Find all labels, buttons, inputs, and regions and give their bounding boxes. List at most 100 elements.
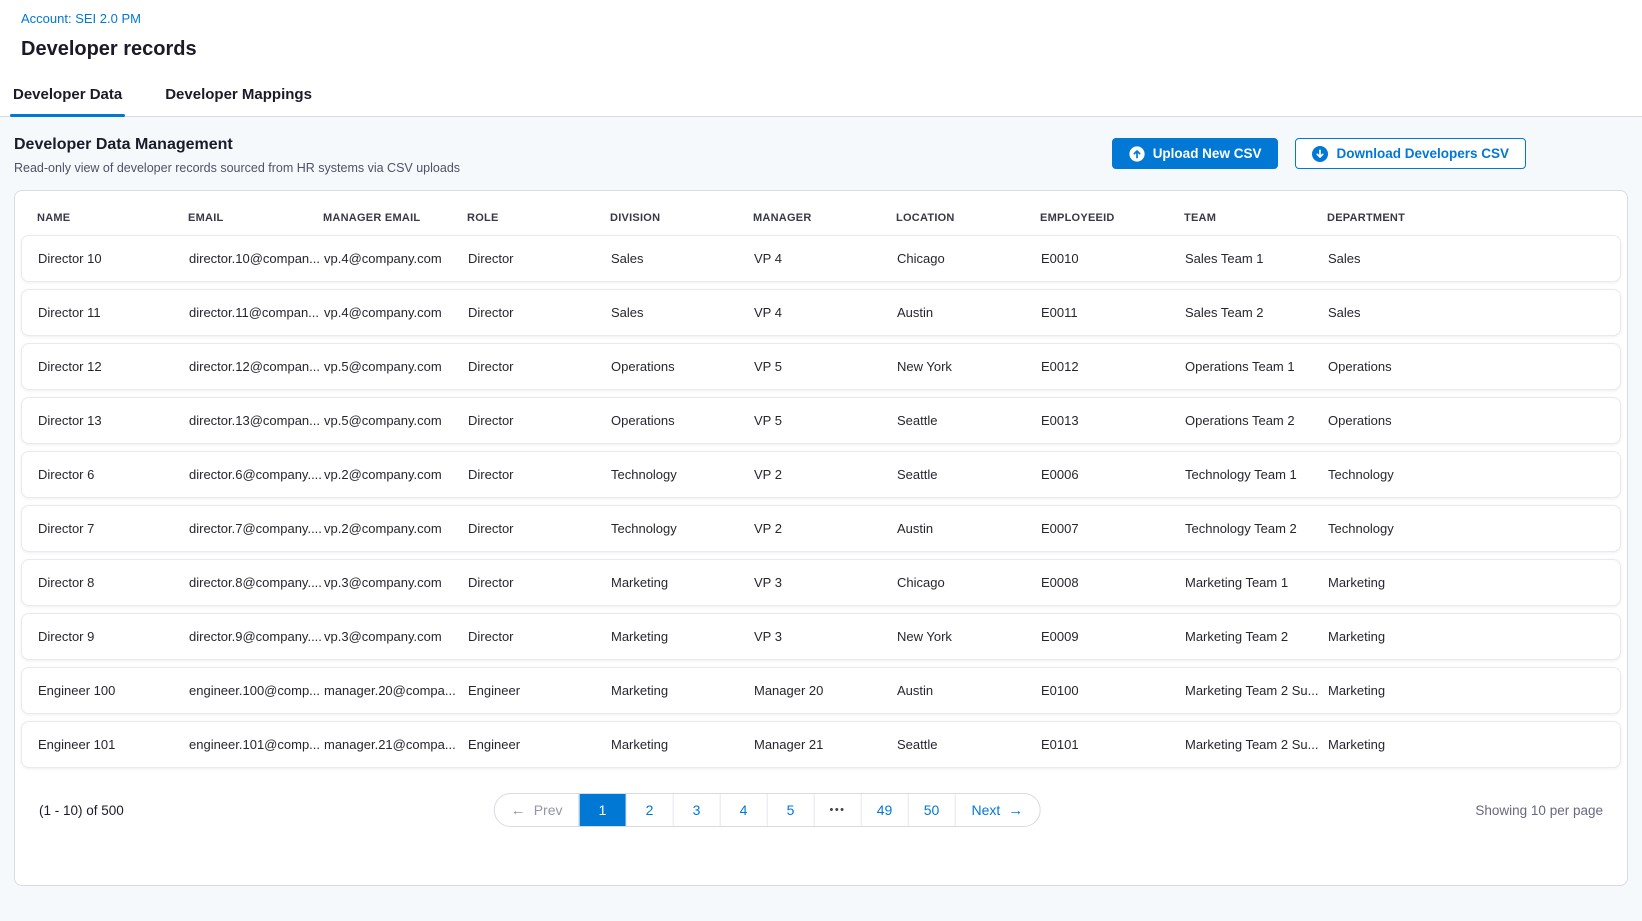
tab-developer-mappings[interactable]: Developer Mappings	[162, 78, 315, 116]
column-header-manager: MANAGER	[753, 212, 896, 224]
column-header-manager-email: MANAGER EMAIL	[323, 212, 467, 224]
account-breadcrumb-link[interactable]: Account: SEI 2.0 PM	[21, 11, 141, 26]
download-button-label: Download Developers CSV	[1336, 146, 1509, 161]
cell-name: Engineer 101	[38, 737, 189, 752]
tab-bar: Developer Data Developer Mappings	[0, 78, 1642, 117]
cell-team: Marketing Team 2 Su...	[1185, 737, 1328, 752]
cell-employeeid: E0011	[1041, 305, 1185, 320]
table-row: Director 9director.9@company....vp.3@com…	[21, 613, 1621, 660]
cell-role: Engineer	[468, 683, 611, 698]
cell-employeeid: E0007	[1041, 521, 1185, 536]
cell-role: Director	[468, 467, 611, 482]
cell-manager: VP 5	[754, 359, 897, 374]
cell-employeeid: E0008	[1041, 575, 1185, 590]
cell-name: Director 7	[38, 521, 189, 536]
cell-employeeid: E0010	[1041, 251, 1185, 266]
table-row: Director 10director.10@compan...vp.4@com…	[21, 235, 1621, 282]
table-row: Director 13director.13@compan...vp.5@com…	[21, 397, 1621, 444]
table-row: Engineer 101engineer.101@comp...manager.…	[21, 721, 1621, 768]
cell-team: Marketing Team 2	[1185, 629, 1328, 644]
cell-name: Director 10	[38, 251, 189, 266]
cell-email: director.8@company....	[189, 575, 324, 590]
cell-team: Operations Team 2	[1185, 413, 1328, 428]
circle-arrow-down-icon	[1312, 146, 1328, 162]
cell-role: Engineer	[468, 737, 611, 752]
cell-manager-email: vp.2@company.com	[324, 521, 468, 536]
next-page-button[interactable]: Next →	[955, 794, 1040, 826]
table-footer: (1 - 10) of 500 ← Prev 12345•••4950 Next…	[21, 775, 1621, 845]
cell-manager: VP 4	[754, 251, 897, 266]
cell-role: Director	[468, 575, 611, 590]
cell-email: director.6@company....	[189, 467, 324, 482]
table-row: Director 11director.11@compan...vp.4@com…	[21, 289, 1621, 336]
page-button-3[interactable]: 3	[673, 794, 720, 826]
section-title-block: Developer Data Management Read-only view…	[14, 136, 460, 175]
cell-manager: VP 2	[754, 521, 897, 536]
content-area: Developer Data Management Read-only view…	[0, 117, 1642, 921]
cell-department: Marketing	[1328, 575, 1610, 590]
cell-division: Marketing	[611, 575, 754, 590]
circle-arrow-up-icon	[1129, 146, 1145, 162]
arrow-right-icon: →	[1008, 803, 1023, 818]
cell-employeeid: E0006	[1041, 467, 1185, 482]
page-button-2[interactable]: 2	[626, 794, 673, 826]
cell-manager-email: vp.3@company.com	[324, 575, 468, 590]
column-header-team: TEAM	[1184, 212, 1327, 224]
upload-new-csv-button[interactable]: Upload New CSV	[1112, 138, 1279, 169]
cell-department: Operations	[1328, 359, 1610, 374]
cell-location: Austin	[897, 683, 1041, 698]
cell-name: Director 6	[38, 467, 189, 482]
cell-location: Chicago	[897, 575, 1041, 590]
cell-department: Technology	[1328, 467, 1610, 482]
cell-email: director.12@compan...	[189, 359, 324, 374]
page-button-49[interactable]: 49	[861, 794, 908, 826]
cell-manager: Manager 21	[754, 737, 897, 752]
cell-employeeid: E0009	[1041, 629, 1185, 644]
row-range-label: (1 - 10) of 500	[39, 803, 124, 818]
download-developers-csv-button[interactable]: Download Developers CSV	[1295, 138, 1526, 169]
table-row: Engineer 100engineer.100@comp...manager.…	[21, 667, 1621, 714]
prev-page-button[interactable]: ← Prev	[495, 794, 579, 826]
cell-role: Director	[468, 629, 611, 644]
page-button-4[interactable]: 4	[720, 794, 767, 826]
cell-email: director.13@compan...	[189, 413, 324, 428]
prev-label: Prev	[534, 802, 563, 818]
cell-name: Director 13	[38, 413, 189, 428]
cell-division: Operations	[611, 359, 754, 374]
page-button-50[interactable]: 50	[908, 794, 955, 826]
cell-name: Director 12	[38, 359, 189, 374]
cell-email: engineer.101@comp...	[189, 737, 324, 752]
cell-division: Technology	[611, 521, 754, 536]
section-header: Developer Data Management Read-only view…	[0, 117, 1642, 190]
column-header-name: NAME	[37, 212, 188, 224]
cell-role: Director	[468, 359, 611, 374]
cell-location: Austin	[897, 305, 1041, 320]
cell-name: Director 11	[38, 305, 189, 320]
cell-team: Marketing Team 1	[1185, 575, 1328, 590]
column-header-department: DEPARTMENT	[1327, 212, 1611, 224]
cell-name: Director 9	[38, 629, 189, 644]
cell-location: Seattle	[897, 737, 1041, 752]
page-button-1[interactable]: 1	[579, 794, 626, 826]
cell-department: Marketing	[1328, 629, 1610, 644]
cell-location: Seattle	[897, 467, 1041, 482]
column-header-location: LOCATION	[896, 212, 1040, 224]
cell-role: Director	[468, 305, 611, 320]
page-title: Developer records	[21, 38, 1621, 61]
cell-department: Sales	[1328, 305, 1610, 320]
cell-manager-email: vp.4@company.com	[324, 251, 468, 266]
cell-manager-email: vp.3@company.com	[324, 629, 468, 644]
cell-manager: VP 3	[754, 629, 897, 644]
cell-manager: Manager 20	[754, 683, 897, 698]
cell-employeeid: E0013	[1041, 413, 1185, 428]
cell-division: Marketing	[611, 683, 754, 698]
cell-name: Director 8	[38, 575, 189, 590]
tab-developer-data[interactable]: Developer Data	[10, 78, 125, 116]
cell-location: Chicago	[897, 251, 1041, 266]
page-button-5[interactable]: 5	[767, 794, 814, 826]
table-row: Director 6director.6@company....vp.2@com…	[21, 451, 1621, 498]
cell-email: director.10@compan...	[189, 251, 324, 266]
column-header-role: ROLE	[467, 212, 610, 224]
cell-team: Technology Team 2	[1185, 521, 1328, 536]
next-label: Next	[972, 802, 1001, 818]
